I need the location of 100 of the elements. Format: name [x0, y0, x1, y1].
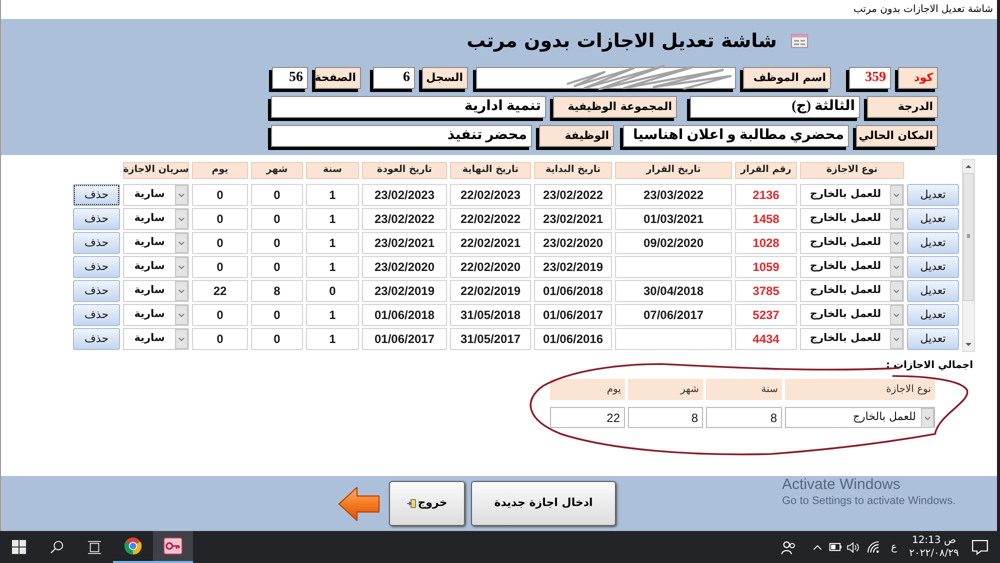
dropdown-field[interactable]: للعمل بالخارج — [800, 208, 904, 230]
table-cell: 0 — [192, 232, 248, 254]
field-label: السجل — [422, 67, 468, 89]
column-header: نوع الاجازة — [785, 379, 935, 400]
table-cell: 22 — [192, 280, 248, 302]
dropdown-field[interactable]: سارية — [123, 328, 189, 350]
edit-button[interactable]: تعديل — [907, 256, 959, 278]
language-indicator[interactable]: ع — [891, 540, 897, 554]
browser-icon[interactable] — [124, 537, 142, 555]
value-field[interactable]: 6 — [373, 67, 415, 89]
dropdown-field[interactable]: للعمل بالخارج — [800, 232, 904, 254]
dropdown-field[interactable]: سارية — [123, 304, 189, 326]
edit-button[interactable]: تعديل — [907, 208, 959, 230]
chevron-up-icon[interactable] — [813, 544, 822, 550]
table-cell: 22/02/2021 — [450, 232, 531, 254]
value-field[interactable]: الثالثة (ج) — [690, 96, 860, 118]
value-field[interactable]: 8 — [706, 407, 782, 428]
delete-button[interactable]: حذف — [73, 232, 120, 254]
column-header: نوع الاجازة — [800, 162, 904, 179]
table-cell: 0 — [192, 256, 248, 278]
delete-button[interactable]: حذف — [73, 208, 120, 230]
column-header: يوم — [192, 162, 248, 179]
field-label: الدرجة — [867, 96, 938, 118]
clock-date[interactable]: ٢٠٢٢/٠٨/٢٩ — [909, 547, 959, 560]
table-cell: 23/02/2020 — [534, 232, 612, 254]
dropdown-field[interactable]: للعمل بالخارج — [800, 280, 904, 302]
column-header: سريان الاجازة — [123, 162, 189, 179]
form-title: شاشة تعديل الاجازات بدون مرتب — [466, 28, 777, 54]
value-field[interactable]: 56 — [272, 67, 308, 89]
vertical-scrollbar[interactable] — [962, 159, 975, 352]
dropdown-field[interactable]: للعمل بالخارج — [785, 407, 935, 428]
dropdown-field[interactable]: سارية — [123, 184, 189, 206]
taskbar-app-button[interactable] — [153, 531, 193, 563]
clock-time[interactable]: 12:13 ص — [912, 534, 956, 547]
value-field[interactable]: محضري مطالبة و اعلان اهناسيا — [623, 125, 849, 147]
value-field[interactable]: 8 — [628, 407, 703, 428]
dropdown-field[interactable]: سارية — [123, 208, 189, 230]
value-field[interactable]: 22 — [550, 407, 625, 428]
edit-button[interactable]: تعديل — [907, 184, 959, 206]
table-cell: 22/02/2019 — [450, 280, 531, 302]
table-cell: 1 — [306, 184, 359, 206]
field-label: المجموعة الوظيفية — [553, 96, 677, 118]
table-cell: 0 — [192, 328, 248, 350]
edit-button[interactable]: تعديل — [907, 304, 959, 326]
dropdown-field[interactable]: للعمل بالخارج — [800, 304, 904, 326]
table-cell: 1458 — [735, 208, 797, 230]
speech-bubble-icon[interactable] — [972, 540, 988, 554]
stacked-windows-icon[interactable] — [86, 540, 102, 554]
delete-button[interactable]: حذف — [73, 256, 120, 278]
value-field[interactable]: 359 — [849, 67, 891, 89]
field-label: الصفحة — [315, 67, 361, 89]
dropdown-field[interactable]: سارية — [123, 232, 189, 254]
four-panes-icon[interactable] — [12, 540, 26, 554]
dropdown-field[interactable]: سارية — [123, 280, 189, 302]
table-cell: 31/05/2018 — [450, 304, 531, 326]
table-cell: 23/02/2022 — [534, 184, 612, 206]
table-cell: 23/03/2022 — [615, 184, 732, 206]
form-window-icon — [791, 34, 808, 48]
people-icon[interactable] — [781, 540, 796, 554]
volume-icon[interactable] — [847, 542, 860, 552]
activation-text: Go to Settings to activate Windows. — [782, 494, 956, 508]
table-cell: 22/02/2020 — [450, 256, 531, 278]
edit-button[interactable]: تعديل — [907, 280, 959, 302]
table-cell: 01/06/2018 — [362, 304, 447, 326]
scroll-thumb[interactable] — [963, 173, 974, 301]
search-icon[interactable] — [50, 540, 64, 554]
delete-button[interactable]: حذف — [73, 280, 120, 302]
new-leave-button[interactable]: ادخال اجازة جديدة — [471, 481, 616, 526]
table-cell: 01/06/2018 — [534, 280, 612, 302]
dropdown-field[interactable]: للعمل بالخارج — [800, 184, 904, 206]
key-tile-icon[interactable] — [163, 537, 183, 555]
delete-button[interactable]: حذف — [73, 184, 120, 206]
exit-button[interactable]: خروج — [389, 481, 465, 526]
column-header: شهر — [251, 162, 303, 179]
field-label: كود — [898, 67, 938, 89]
edit-button[interactable]: تعديل — [907, 232, 959, 254]
table-cell: 1028 — [735, 232, 797, 254]
delete-button[interactable]: حذف — [73, 328, 120, 350]
value-field[interactable]: محضر تنفيذ — [271, 125, 532, 147]
table-cell: 07/06/2017 — [615, 304, 732, 326]
delete-button[interactable]: حذف — [73, 304, 120, 326]
window-title: شاشة تعديل الاجازات بدون مرتب — [853, 4, 993, 16]
edit-button[interactable]: تعديل — [907, 328, 959, 350]
value-field[interactable] — [476, 67, 736, 89]
table-cell: 22/02/2023 — [450, 184, 531, 206]
column-header: تاريخ القرار — [615, 162, 732, 179]
table-cell: 0 — [306, 280, 359, 302]
activation-title: Activate Windows — [782, 476, 902, 494]
dropdown-field[interactable]: للعمل بالخارج — [800, 256, 904, 278]
dropdown-field[interactable]: سارية — [123, 256, 189, 278]
battery-icon[interactable] — [829, 543, 842, 551]
wifi-icon[interactable] — [867, 541, 880, 553]
value-field[interactable]: تنمية ادارية — [271, 96, 546, 118]
table-cell: 0 — [251, 208, 303, 230]
table-cell: 1059 — [735, 256, 797, 278]
dropdown-field[interactable]: للعمل بالخارج — [800, 328, 904, 350]
table-cell: 1 — [306, 208, 359, 230]
table-cell: 1 — [306, 232, 359, 254]
table-cell: 23/02/2022 — [362, 208, 447, 230]
table-cell: 23/02/2019 — [362, 280, 447, 302]
